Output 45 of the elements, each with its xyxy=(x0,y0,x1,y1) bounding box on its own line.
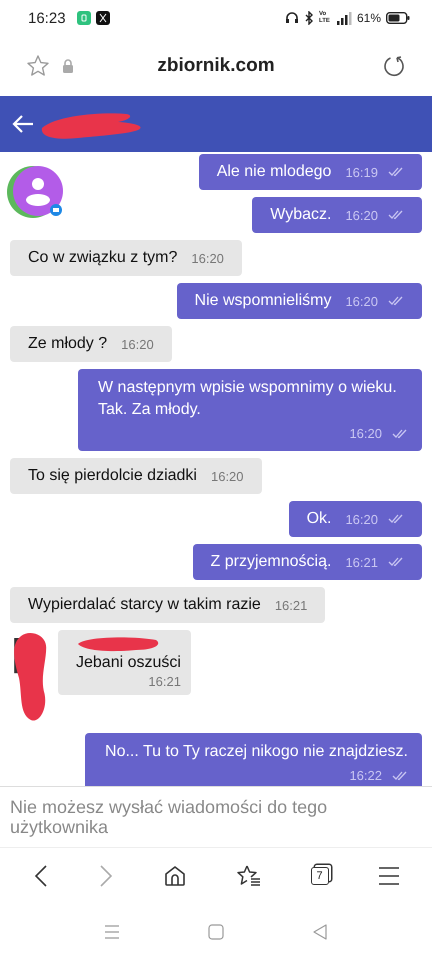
back-arrow-icon[interactable] xyxy=(12,115,34,133)
message-time: 16:22 xyxy=(349,767,382,785)
message-time: 16:20 xyxy=(210,468,244,484)
message-text: Jebani oszuści xyxy=(76,654,181,672)
message-text: Wybacz. xyxy=(270,206,332,224)
bookmark-star-icon[interactable] xyxy=(26,54,50,78)
message-time: 16:19 xyxy=(345,164,378,180)
battery-icon xyxy=(386,12,410,24)
message-text: Wypierdalać starcy w takim razie xyxy=(28,596,261,614)
home-button-icon[interactable] xyxy=(208,924,224,940)
back-button-icon[interactable] xyxy=(312,924,328,940)
message-time: 16:21 xyxy=(148,674,181,689)
bluetooth-icon xyxy=(304,11,314,25)
app-notification-icon xyxy=(76,11,91,25)
message-time: 16:20 xyxy=(191,250,224,266)
message-text: No... Tu to Ty raczej nikogo nie znajdziesz. xyxy=(105,742,408,762)
message-time: 16:20 xyxy=(345,208,378,222)
message-text: Ale nie mlodego xyxy=(216,163,332,181)
message-text: W następnym wpisie wspomnimy o wieku. Tak. Za młody. xyxy=(98,378,398,420)
status-time: 16:23 xyxy=(28,10,66,26)
message-time: 16:20 xyxy=(349,425,382,443)
message-text: Ze młody ? xyxy=(28,335,108,353)
notice-text: Nie możesz wysłać wiadomości do tego użytkownika xyxy=(0,786,432,848)
recents-icon[interactable] xyxy=(104,925,120,939)
message-time: 16:21 xyxy=(345,554,378,570)
message-time: 16:20 xyxy=(121,336,154,352)
bookmarks-icon[interactable] xyxy=(236,864,262,888)
battery-percent: 61% xyxy=(356,11,381,25)
app-notification-icon xyxy=(96,11,110,25)
message-time: 16:20 xyxy=(345,512,378,526)
message-text: Co w związku z tym? xyxy=(28,249,178,267)
address-url[interactable]: zbiornik.com xyxy=(86,55,346,77)
message-time: 16:20 xyxy=(345,294,378,308)
message-time: 16:21 xyxy=(274,598,308,612)
message-text: To się pierdolcie dziadki xyxy=(28,467,197,485)
message-text: Nie wspomnieliśmy xyxy=(194,292,332,310)
back-icon[interactable] xyxy=(32,864,48,888)
signal-icon xyxy=(336,12,352,24)
reload-icon[interactable] xyxy=(382,54,406,78)
message-text: Ok. xyxy=(306,510,332,528)
headphones-icon xyxy=(284,11,299,25)
menu-icon[interactable] xyxy=(378,866,400,886)
message-text: Z przyjemnością. xyxy=(210,553,332,571)
home-icon[interactable] xyxy=(162,864,186,888)
lock-icon xyxy=(62,59,74,73)
